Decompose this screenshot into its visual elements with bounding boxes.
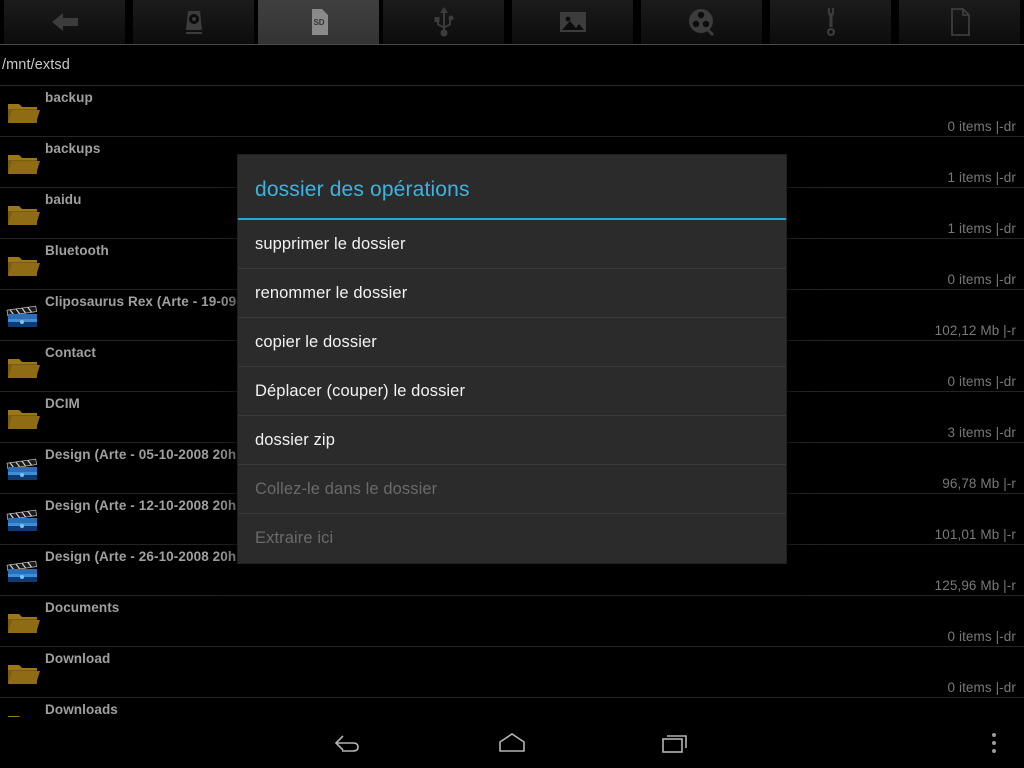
- toolbar-tab-back[interactable]: [4, 0, 125, 44]
- nav-recents-button[interactable]: [654, 721, 698, 765]
- toolbar-tab-sd-card[interactable]: SD: [258, 0, 379, 44]
- file-name: Download: [45, 651, 111, 666]
- dialog-menu-list: supprimer le dossier renommer le dossier c…: [238, 220, 786, 563]
- folder-icon: [6, 708, 40, 717]
- hdd-icon: [183, 8, 205, 36]
- file-meta: 0 items |-dr: [947, 680, 1016, 695]
- system-navigation-bar: [0, 717, 1024, 768]
- dialog-item-rename-folder[interactable]: renommer le dossier: [238, 269, 786, 318]
- folder-operations-dialog: dossier des opérations supprimer le doss…: [238, 155, 786, 563]
- image-icon: [559, 10, 587, 34]
- nav-recents-icon: [661, 731, 691, 755]
- toolbar-tab-internal-storage[interactable]: [133, 0, 254, 44]
- movie-file-icon: [6, 300, 40, 332]
- film-reel-icon: [688, 8, 716, 36]
- file-list-row[interactable]: Downloads: [0, 698, 1024, 717]
- folder-icon: [6, 198, 40, 230]
- dialog-title: dossier des opérations: [255, 178, 470, 201]
- file-meta: 0 items |-dr: [947, 272, 1016, 287]
- file-meta: 0 items |-dr: [947, 374, 1016, 389]
- toolbar-tab-videos[interactable]: [641, 0, 762, 44]
- overflow-dot: [992, 732, 996, 737]
- sd-card-icon: SD: [308, 8, 330, 36]
- back-arrow-icon: [50, 11, 80, 33]
- nav-home-icon: [496, 731, 528, 755]
- file-list-row[interactable]: Documents 0 items |-dr: [0, 596, 1024, 647]
- file-name: Bluetooth: [45, 243, 109, 258]
- file-name: Documents: [45, 600, 120, 615]
- file-meta: 125,96 Mb |-r: [934, 578, 1016, 593]
- folder-icon: [6, 657, 40, 689]
- file-name: Downloads: [45, 702, 118, 717]
- file-name: Contact: [45, 345, 96, 360]
- overflow-dot: [992, 740, 996, 745]
- file-meta: 0 items |-dr: [947, 629, 1016, 644]
- svg-text:SD: SD: [313, 18, 324, 27]
- dialog-item-zip-folder[interactable]: dossier zip: [238, 416, 786, 465]
- document-icon: [949, 8, 971, 36]
- folder-icon: [6, 351, 40, 383]
- file-name: baidu: [45, 192, 82, 207]
- folder-icon: [6, 249, 40, 281]
- movie-file-icon: [6, 453, 40, 485]
- dialog-item-paste-into-folder: Collez-le dans le dossier: [238, 465, 786, 514]
- file-name: backup: [45, 90, 93, 105]
- file-meta: 0 items |-dr: [947, 119, 1016, 134]
- current-path: /mnt/extsd: [2, 57, 70, 73]
- toolbar-tab-tools[interactable]: [770, 0, 891, 44]
- overflow-dot: [992, 748, 996, 753]
- file-meta: 3 items |-dr: [947, 425, 1016, 440]
- path-bar[interactable]: /mnt/extsd: [0, 45, 1024, 85]
- folder-icon: [6, 402, 40, 434]
- app-screen: SD /mnt/extsd backup 0 items |-dr backup…: [0, 0, 1024, 768]
- movie-file-icon: [6, 555, 40, 587]
- file-meta: 1 items |-dr: [947, 170, 1016, 185]
- file-list-row[interactable]: backup 0 items |-dr: [0, 86, 1024, 137]
- folder-icon: [6, 147, 40, 179]
- file-meta: 96,78 Mb |-r: [942, 476, 1016, 491]
- file-name: backups: [45, 141, 101, 156]
- folder-icon: [6, 96, 40, 128]
- toolbar-tab-documents[interactable]: [899, 0, 1020, 44]
- top-toolbar: SD: [0, 0, 1024, 44]
- file-meta: 102,12 Mb |-r: [934, 323, 1016, 338]
- dialog-item-move-folder[interactable]: Déplacer (couper) le dossier: [238, 367, 786, 416]
- dialog-item-delete-folder[interactable]: supprimer le dossier: [238, 220, 786, 269]
- wrench-icon: [823, 7, 839, 37]
- nav-buttons-group: [0, 717, 1024, 768]
- folder-icon: [6, 606, 40, 638]
- nav-back-button[interactable]: [326, 721, 370, 765]
- overflow-menu-button[interactable]: [972, 717, 1016, 768]
- dialog-item-copy-folder[interactable]: copier le dossier: [238, 318, 786, 367]
- toolbar-tab-usb[interactable]: [383, 0, 504, 44]
- file-meta: 101,01 Mb |-r: [934, 527, 1016, 542]
- file-list-row[interactable]: Download 0 items |-dr: [0, 647, 1024, 698]
- movie-file-icon: [6, 504, 40, 536]
- nav-home-button[interactable]: [490, 721, 534, 765]
- toolbar-tab-images[interactable]: [512, 0, 633, 44]
- usb-icon: [433, 7, 455, 37]
- nav-back-icon: [333, 732, 363, 754]
- dialog-item-extract-here: Extraire ici: [255, 529, 334, 547]
- file-name: DCIM: [45, 396, 80, 411]
- file-meta: 1 items |-dr: [947, 221, 1016, 236]
